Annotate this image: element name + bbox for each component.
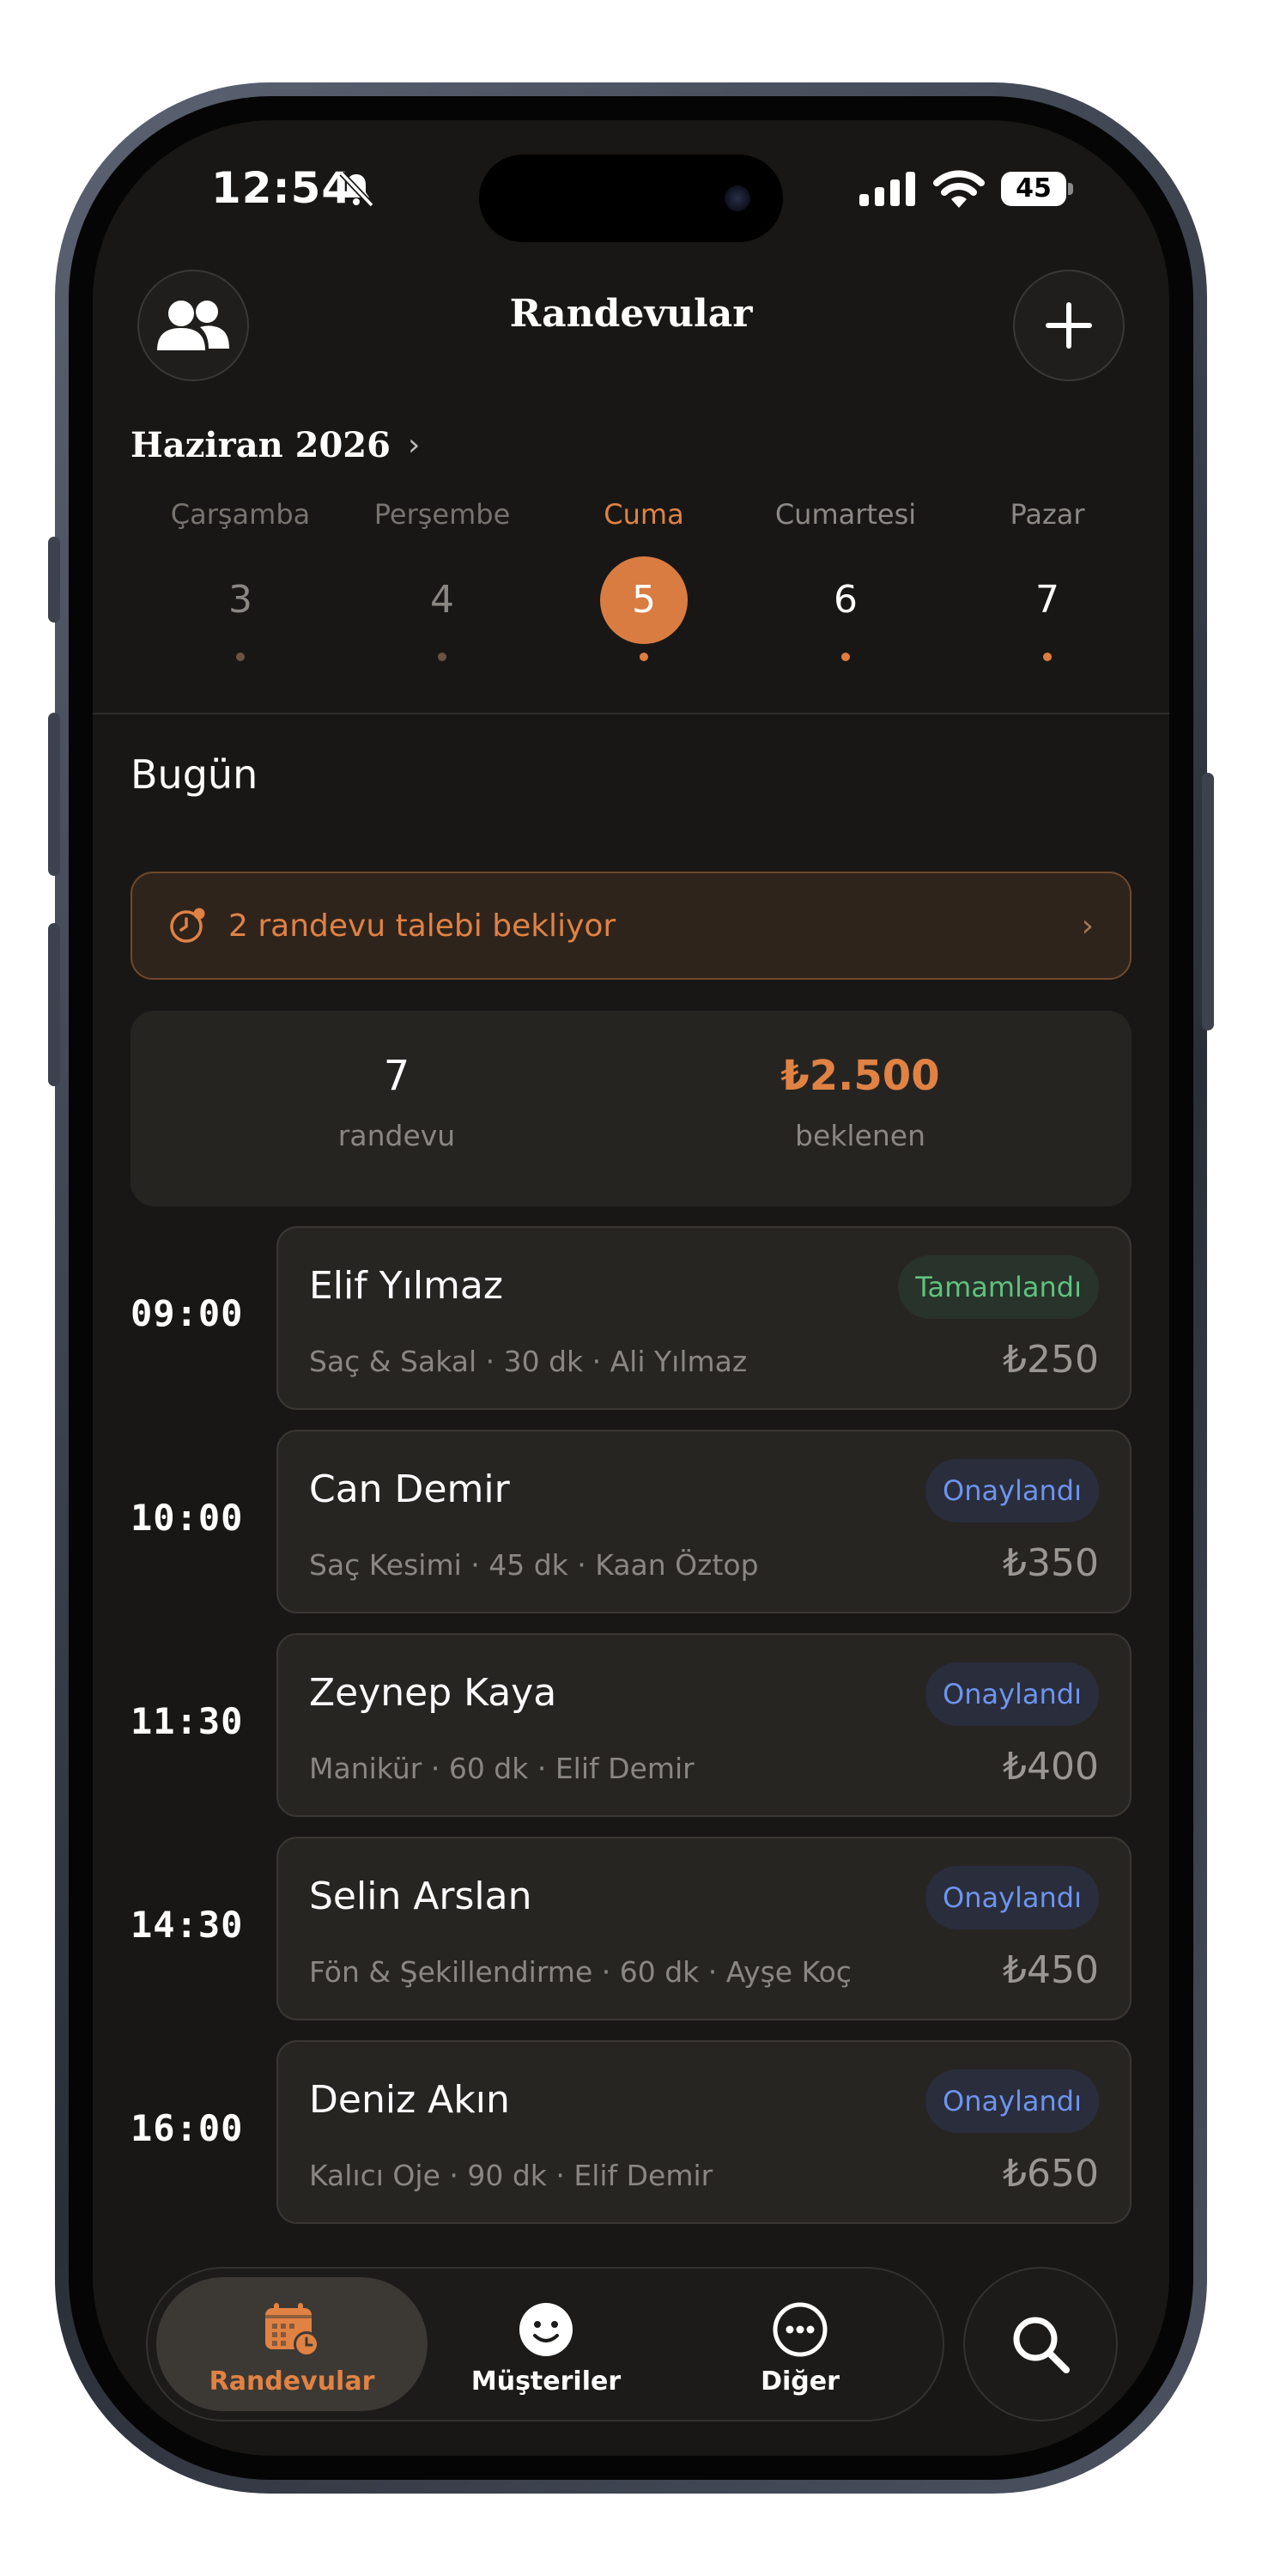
appointment-card[interactable]: Can Demir Onaylandı Saç Kesimi · 45 dk ·… [276, 1430, 1132, 1613]
appointment-details: Fön & Şekillendirme · 60 dk · Ayşe Koç [309, 1955, 852, 1989]
client-name: Elif Yılmaz [309, 1264, 503, 1308]
appointment-price: ₺400 [1003, 1745, 1099, 1789]
calendar-clock-icon [265, 2303, 319, 2357]
appointment-price: ₺450 [1003, 1948, 1099, 1992]
appointment-price: ₺250 [1003, 1338, 1099, 1382]
appointment-dot [236, 653, 245, 661]
status-badge: Onaylandı [925, 2069, 1099, 2133]
day-sunday[interactable]: Pazar 7 [944, 498, 1150, 661]
page-title: Randevular [509, 292, 753, 336]
day-name: Çarşamba [170, 498, 311, 531]
appointment-time: 16:00 [130, 2107, 244, 2149]
add-appointment-button[interactable] [1013, 270, 1125, 381]
client-name: Zeynep Kaya [309, 1671, 557, 1715]
search-button[interactable] [963, 2267, 1118, 2421]
day-number: 6 [834, 578, 858, 622]
more-icon [773, 2302, 828, 2357]
appointment-card[interactable]: Elif Yılmaz Tamamlandı Saç & Sakal · 30 … [276, 1226, 1132, 1410]
status-time: 12:54 [211, 163, 353, 213]
plus-icon [1046, 302, 1092, 349]
appointment-details: Saç & Sakal · 30 dk · Ali Yılmaz [309, 1345, 748, 1378]
appointment-dot [438, 653, 446, 661]
expected-revenue-stat: ₺2.500 beklenen [731, 1052, 989, 1152]
search-icon [1013, 2317, 1070, 2373]
day-wednesday[interactable]: Çarşamba 3 [137, 498, 343, 661]
client-name: Selin Arslan [309, 1874, 532, 1918]
tab-label: Müşteriler [470, 2366, 622, 2397]
day-name: Cumartesi [774, 498, 917, 531]
stat-value: ₺2.500 [780, 1052, 940, 1100]
action-button [48, 537, 60, 623]
tab-bar: Randevular Müşteriler Diğer [146, 2267, 944, 2421]
status-badge: Onaylandı [925, 1662, 1099, 1726]
chevron-right-icon: › [1081, 908, 1094, 944]
clock-alert-icon [170, 908, 205, 943]
section-title: Bugün [130, 751, 258, 798]
client-name: Can Demir [309, 1467, 510, 1511]
stat-label: beklenen [795, 1119, 925, 1152]
tab-clients[interactable]: Müşteriler [410, 2277, 682, 2411]
status-badge: Onaylandı [925, 1866, 1099, 1929]
day-friday[interactable]: Cuma 5 [541, 498, 747, 661]
battery-indicator: 45 [1001, 172, 1073, 206]
appointment-dot [1043, 653, 1052, 661]
pending-text: 2 randevu talebi bekliyor [228, 908, 616, 944]
status-badge: Tamamlandı [898, 1255, 1099, 1319]
cellular-signal-icon [859, 172, 915, 206]
smiley-icon [519, 2303, 573, 2356]
appointment-dot [640, 653, 648, 661]
day-saturday[interactable]: Cumartesi 6 [743, 498, 949, 661]
appointment-details: Saç Kesimi · 45 dk · Kaan Öztop [309, 1548, 759, 1582]
appointment-card[interactable]: Deniz Akın Onaylandı Kalıcı Oje · 90 dk … [276, 2040, 1132, 2224]
day-name: Pazar [1010, 498, 1085, 531]
power-button [1202, 773, 1214, 1030]
day-number: 4 [430, 578, 454, 622]
app-screen: 12:54 45 Randevular Haziran 2026 › Çarşa… [93, 120, 1169, 2456]
tab-label: Diğer [761, 2366, 840, 2397]
day-number: 5 [600, 556, 688, 644]
wifi-icon [933, 170, 985, 208]
volume-up-button [48, 713, 60, 876]
divider [93, 713, 1169, 714]
month-label: Haziran 2026 [130, 425, 391, 465]
appointment-dot [841, 653, 850, 661]
appointment-time: 09:00 [130, 1292, 244, 1334]
status-badge: Onaylandı [925, 1459, 1099, 1522]
daily-summary: 7 randevu ₺2.500 beklenen [130, 1011, 1132, 1206]
client-name: Deniz Akın [309, 2078, 510, 2122]
dynamic-island [479, 155, 783, 242]
day-name: Cuma [604, 498, 684, 531]
pending-requests-banner[interactable]: 2 randevu talebi bekliyor › [130, 872, 1132, 980]
tab-appointments[interactable]: Randevular [156, 2277, 428, 2411]
appointment-card[interactable]: Selin Arslan Onaylandı Fön & Şekillendir… [276, 1837, 1132, 2020]
day-name: Perşembe [373, 498, 511, 531]
appointment-time: 11:30 [130, 1700, 244, 1742]
volume-down-button [48, 923, 60, 1086]
appointment-price: ₺350 [1003, 1541, 1099, 1585]
battery-level: 45 [1001, 172, 1066, 206]
stat-label: randevu [337, 1119, 456, 1152]
month-selector[interactable]: Haziran 2026 › [130, 425, 420, 465]
appointment-time: 10:00 [130, 1497, 244, 1539]
tab-label: Randevular [209, 2366, 375, 2397]
appointment-time: 14:30 [130, 1904, 244, 1946]
appointment-count-stat: 7 randevu [268, 1052, 525, 1152]
appointment-card[interactable]: Zeynep Kaya Onaylandı Manikür · 60 dk · … [276, 1633, 1132, 1817]
stat-value: 7 [383, 1052, 410, 1100]
day-thursday[interactable]: Perşembe 4 [339, 498, 545, 661]
appointment-details: Manikür · 60 dk · Elif Demir [309, 1752, 695, 1785]
appointment-details: Kalıcı Oje · 90 dk · Elif Demir [309, 2159, 713, 2192]
day-number: 3 [228, 578, 252, 622]
chevron-right-icon: › [407, 428, 421, 463]
tab-more[interactable]: Diğer [664, 2277, 936, 2411]
day-number: 7 [1035, 578, 1059, 622]
appointment-price: ₺650 [1003, 2152, 1099, 2196]
bell-muted-icon [339, 171, 374, 208]
